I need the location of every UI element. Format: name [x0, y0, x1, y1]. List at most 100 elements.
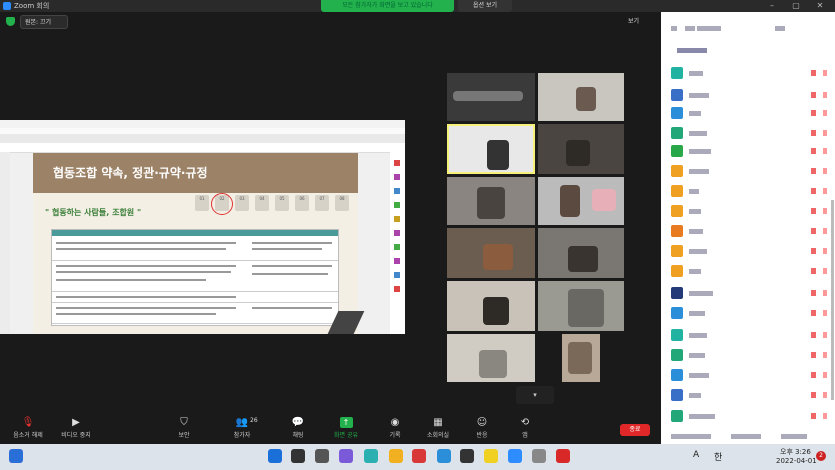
search-icon[interactable]	[291, 449, 305, 463]
slide-header: 협동조합 약속, 정관·규약·규정	[33, 153, 358, 193]
panel-scrollbar[interactable]	[831, 200, 834, 400]
video-tile[interactable]	[538, 177, 624, 225]
video-tile[interactable]	[447, 177, 535, 225]
list-item[interactable]	[671, 22, 831, 32]
meeting-toolbar: 🎙 음소거 해제 ▶ 비디오 중지 ⛉ 보안 👥 26 참가자 💬 채팅 ↑ 화…	[0, 412, 661, 444]
end-meeting-button[interactable]: 종료	[620, 424, 650, 436]
table-row	[52, 303, 338, 324]
sharing-banner-text: 모든 참가자가 화면을 보고 있습니다	[342, 2, 433, 9]
file-explorer-icon[interactable]	[389, 449, 403, 463]
list-item[interactable]	[671, 287, 831, 299]
list-item[interactable]	[671, 410, 831, 422]
participants-count: 26	[250, 417, 258, 424]
maximize-button[interactable]: ▢	[784, 0, 808, 12]
video-camera-icon: ▶	[72, 417, 80, 428]
sharing-banner: 모든 참가자가 화면을 보고 있습니다	[321, 0, 454, 12]
apps-button[interactable]: ⟲ 앱	[497, 412, 553, 444]
shared-screen: 협동조합 약속, 정관·규약·규정 " 협동하는 사람들, 조합원 " 01 0…	[0, 120, 405, 334]
close-button[interactable]: ✕	[808, 0, 832, 12]
clock-date[interactable]: 2022-04-01	[776, 457, 817, 465]
video-tile[interactable]	[538, 281, 624, 331]
list-item[interactable]	[671, 145, 831, 157]
original-size-button[interactable]: 원본: 끄기	[20, 15, 68, 29]
window-title: Zoom 회의	[14, 2, 50, 10]
video-tile[interactable]	[447, 73, 535, 121]
list-item[interactable]	[671, 44, 831, 54]
video-label: 비디오 중지	[61, 432, 91, 439]
shared-tabbar	[0, 134, 405, 143]
task-view-icon[interactable]	[315, 449, 329, 463]
list-item[interactable]	[671, 307, 831, 319]
step-badge: 04	[255, 195, 269, 211]
share-screen-button[interactable]: ↑ 화면 공유	[318, 412, 374, 444]
participants-panel	[661, 12, 835, 444]
list-item[interactable]	[671, 225, 831, 237]
video-tile[interactable]	[447, 228, 535, 278]
zoom-icon[interactable]	[508, 449, 522, 463]
video-tile[interactable]	[538, 228, 624, 278]
shared-right-panel	[390, 152, 405, 334]
acrobat-icon[interactable]	[556, 449, 570, 463]
grid-page-button[interactable]: ▾	[516, 386, 554, 404]
security-label: 보안	[178, 432, 190, 439]
list-item[interactable]	[671, 67, 831, 79]
app-icon[interactable]	[412, 449, 426, 463]
video-tile-active-speaker[interactable]	[447, 124, 535, 174]
clock-time[interactable]: 오후 3:26	[780, 447, 811, 457]
start-icon[interactable]	[268, 449, 282, 463]
muted-microphone-icon: 🎙	[21, 417, 35, 428]
people-icon: 👥	[235, 417, 249, 428]
shield-icon: ⛉	[180, 417, 188, 428]
list-item[interactable]	[671, 185, 831, 197]
notification-badge[interactable]: 2	[816, 451, 826, 461]
share-label: 화면 공유	[334, 432, 358, 439]
chat-app-icon[interactable]	[339, 449, 353, 463]
app-icon[interactable]	[532, 449, 546, 463]
view-button[interactable]: 보기	[628, 15, 658, 28]
slide-table	[51, 229, 339, 326]
app-icon[interactable]	[460, 449, 474, 463]
video-tile[interactable]	[562, 334, 600, 382]
shield-icon[interactable]	[6, 17, 15, 26]
video-tile[interactable]	[538, 73, 624, 121]
share-arrow-icon: ↑	[339, 417, 353, 428]
view-options-button[interactable]: 옵션 보기	[458, 0, 512, 12]
ime-mode[interactable]: 한	[714, 450, 722, 463]
list-item[interactable]	[671, 89, 831, 101]
app-icon[interactable]	[364, 449, 378, 463]
smiley-icon: ☺	[476, 417, 488, 428]
list-item[interactable]	[671, 265, 831, 277]
weather-icon[interactable]	[9, 449, 23, 463]
list-item[interactable]	[671, 205, 831, 217]
table-row	[52, 292, 338, 303]
video-button[interactable]: ▶ 비디오 중지	[48, 412, 104, 444]
minimize-button[interactable]: –	[760, 0, 784, 12]
presentation-slide: 협동조합 약속, 정관·규약·규정 " 협동하는 사람들, 조합원 " 01 0…	[33, 153, 365, 334]
edge-icon[interactable]	[437, 449, 451, 463]
security-button[interactable]: ⛉ 보안	[156, 412, 212, 444]
table-row	[52, 261, 338, 292]
apps-label: 앱	[522, 432, 528, 439]
list-item[interactable]	[671, 165, 831, 177]
list-item[interactable]	[671, 369, 831, 381]
step-badge: 05	[275, 195, 289, 211]
shared-left-panel	[0, 152, 10, 334]
chat-bubble-icon: 💬	[291, 417, 305, 428]
list-item[interactable]	[671, 107, 831, 119]
video-tile[interactable]	[447, 334, 535, 382]
highlight-circle	[211, 193, 233, 215]
video-tile[interactable]	[447, 281, 535, 331]
kakaotalk-icon[interactable]	[484, 449, 498, 463]
list-item[interactable]	[671, 245, 831, 257]
participants-button[interactable]: 👥 26 참가자	[214, 412, 270, 444]
list-item[interactable]	[671, 127, 831, 139]
participants-label: 참가자	[233, 432, 251, 439]
list-item[interactable]	[671, 349, 831, 361]
record-icon: ◉	[390, 417, 400, 428]
list-item[interactable]	[671, 430, 831, 440]
video-tile[interactable]	[538, 124, 624, 174]
list-item[interactable]	[671, 329, 831, 341]
list-item[interactable]	[671, 389, 831, 401]
table-row	[52, 238, 338, 261]
input-language[interactable]: A	[693, 450, 699, 460]
